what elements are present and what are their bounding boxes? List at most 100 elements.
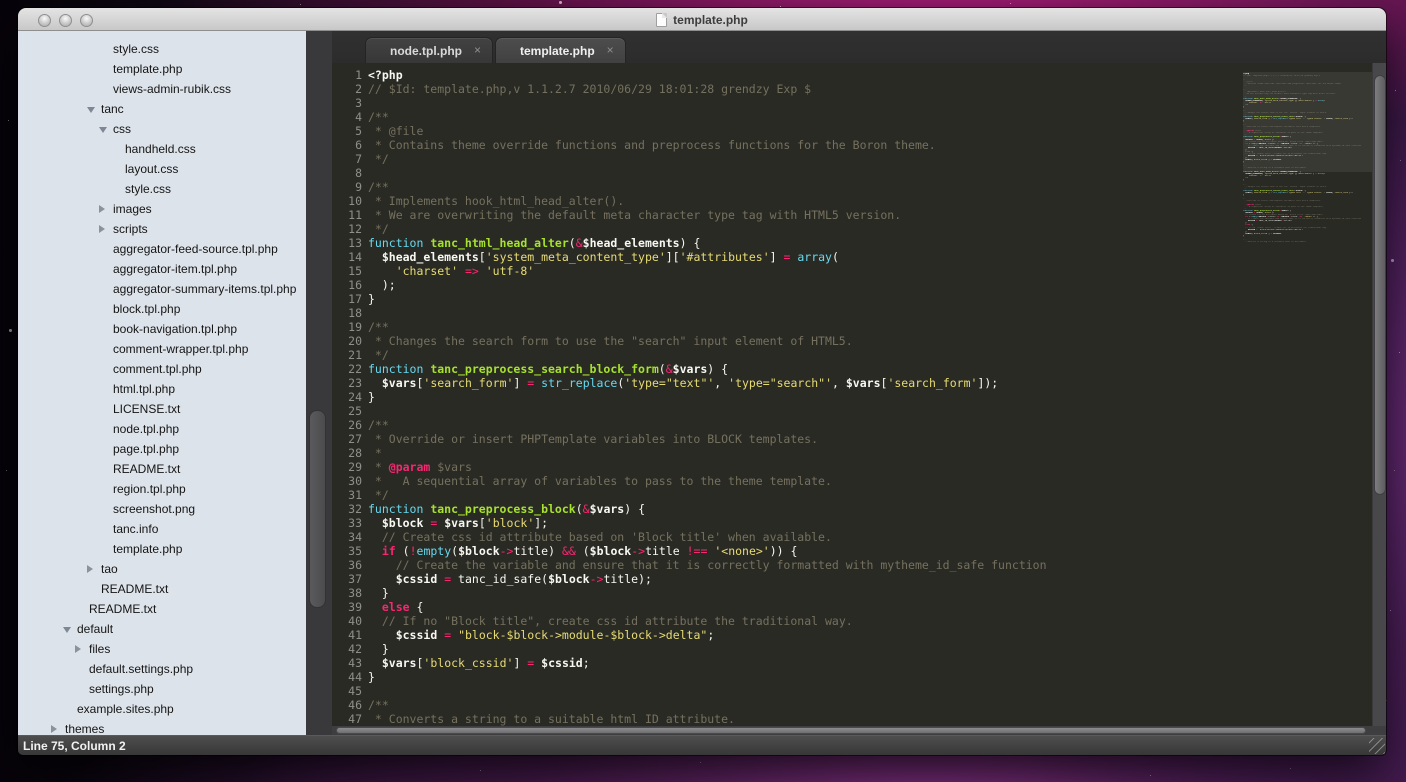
line-number[interactable]: 34 — [332, 530, 362, 544]
tree-file-style-css[interactable]: style.css — [18, 179, 306, 199]
code-line[interactable]: /** — [368, 180, 1243, 194]
code-line[interactable]: /** — [368, 110, 1243, 124]
line-number[interactable]: 20 — [332, 334, 362, 348]
tree-file-template-php[interactable]: template.php — [18, 59, 306, 79]
line-number[interactable]: 14 — [332, 250, 362, 264]
resize-grip-icon[interactable] — [1369, 738, 1385, 754]
tree-folder-themes[interactable]: themes — [18, 719, 306, 735]
sidebar-scrollbar-track[interactable] — [306, 31, 332, 735]
line-number[interactable]: 8 — [332, 166, 362, 180]
code-line[interactable]: */ — [368, 152, 1243, 166]
tree-file-license-txt[interactable]: LICENSE.txt — [18, 399, 306, 419]
disclosure-triangle-icon[interactable] — [99, 119, 108, 139]
line-number[interactable]: 5 — [332, 124, 362, 138]
tab-node-tpl-php[interactable]: node.tpl.php× — [365, 37, 493, 63]
code-line[interactable]: /** — [368, 698, 1243, 712]
tree-file-block-tpl-php[interactable]: block.tpl.php — [18, 299, 306, 319]
disclosure-triangle-icon[interactable] — [75, 639, 84, 659]
line-number[interactable]: 15 — [332, 264, 362, 278]
code-line[interactable]: function tanc_html_head_alter(&$head_ele… — [368, 236, 1243, 250]
code-line[interactable]: $head_elements['system_meta_content_type… — [368, 250, 1243, 264]
line-number[interactable]: 44 — [332, 670, 362, 684]
horizontal-scrollbar-track[interactable] — [332, 726, 1386, 735]
line-number[interactable]: 24 — [332, 390, 362, 404]
line-number[interactable]: 11 — [332, 208, 362, 222]
line-number[interactable]: 21 — [332, 348, 362, 362]
line-number[interactable]: 2 — [332, 82, 362, 96]
code-line[interactable]: $cssid = "block-$block->module-$block->d… — [368, 628, 1243, 642]
tree-file-page-tpl-php[interactable]: page.tpl.php — [18, 439, 306, 459]
disclosure-triangle-icon[interactable] — [99, 199, 108, 219]
code-line[interactable]: if (!empty($block->title) && ($block->ti… — [368, 544, 1243, 558]
tree-file-readme-txt[interactable]: README.txt — [18, 459, 306, 479]
tree-file-aggregator-summary-items-tpl-php[interactable]: aggregator-summary-items.tpl.php — [18, 279, 306, 299]
tree-file-style-css[interactable]: style.css — [18, 39, 306, 59]
code-line[interactable]: * @param $vars — [368, 460, 1243, 474]
line-number[interactable]: 35 — [332, 544, 362, 558]
line-number[interactable]: 45 — [332, 684, 362, 698]
line-number[interactable]: 9 — [332, 180, 362, 194]
code-pane[interactable]: 1234567891011121314151617181920212223242… — [332, 63, 1243, 726]
code-line[interactable]: 'charset' => 'utf-8' — [368, 264, 1243, 278]
code-line[interactable]: $vars['search_form'] = str_replace('type… — [368, 376, 1243, 390]
tree-file-views-admin-rubik-css[interactable]: views-admin-rubik.css — [18, 79, 306, 99]
line-number[interactable]: 10 — [332, 194, 362, 208]
line-number[interactable]: 28 — [332, 446, 362, 460]
line-number[interactable]: 33 — [332, 516, 362, 530]
line-number[interactable]: 23 — [332, 376, 362, 390]
line-number[interactable]: 26 — [332, 418, 362, 432]
code-line[interactable]: $vars['block_cssid'] = $cssid; — [368, 656, 1243, 670]
line-number[interactable]: 30 — [332, 474, 362, 488]
line-number[interactable]: 22 — [332, 362, 362, 376]
tree-folder-files[interactable]: files — [18, 639, 306, 659]
code-line[interactable] — [368, 404, 1243, 418]
vertical-scrollbar-thumb[interactable] — [1374, 75, 1386, 495]
close-icon[interactable]: × — [607, 43, 614, 57]
code-line[interactable]: * Contains theme override functions and … — [368, 138, 1243, 152]
tree-file-readme-txt[interactable]: README.txt — [18, 579, 306, 599]
tree-file-comment-tpl-php[interactable]: comment.tpl.php — [18, 359, 306, 379]
line-number[interactable]: 12 — [332, 222, 362, 236]
line-number[interactable]: 4 — [332, 110, 362, 124]
code-line[interactable]: function tanc_preprocess_block(&$vars) { — [368, 502, 1243, 516]
tree-file-example-sites-php[interactable]: example.sites.php — [18, 699, 306, 719]
code-line[interactable] — [368, 684, 1243, 698]
code-line[interactable]: * Implements hook_html_head_alter(). — [368, 194, 1243, 208]
code-line[interactable] — [368, 96, 1243, 110]
tree-file-comment-wrapper-tpl-php[interactable]: comment-wrapper.tpl.php — [18, 339, 306, 359]
close-icon[interactable]: × — [474, 43, 481, 57]
line-number[interactable]: 37 — [332, 572, 362, 586]
line-number[interactable]: 31 — [332, 488, 362, 502]
line-number[interactable]: 46 — [332, 698, 362, 712]
tab-template-php[interactable]: template.php× — [495, 37, 626, 63]
tree-file-template-php[interactable]: template.php — [18, 539, 306, 559]
code-line[interactable] — [368, 166, 1243, 180]
code-line[interactable]: } — [368, 670, 1243, 684]
code-line[interactable]: } — [368, 390, 1243, 404]
line-number[interactable]: 3 — [332, 96, 362, 110]
line-number[interactable]: 7 — [332, 152, 362, 166]
disclosure-triangle-icon[interactable] — [99, 219, 108, 239]
title-bar[interactable]: template.php — [18, 8, 1386, 31]
tree-file-tanc-info[interactable]: tanc.info — [18, 519, 306, 539]
tree-file-region-tpl-php[interactable]: region.tpl.php — [18, 479, 306, 499]
line-number[interactable]: 40 — [332, 614, 362, 628]
horizontal-scrollbar-thumb[interactable] — [336, 727, 1366, 734]
code-line[interactable]: $cssid = tanc_id_safe($block->title); — [368, 572, 1243, 586]
tree-folder-scripts[interactable]: scripts — [18, 219, 306, 239]
disclosure-triangle-icon[interactable] — [51, 719, 60, 735]
tree-folder-tao[interactable]: tao — [18, 559, 306, 579]
code-line[interactable]: ); — [368, 278, 1243, 292]
code-line[interactable]: /** — [368, 320, 1243, 334]
tree-file-settings-php[interactable]: settings.php — [18, 679, 306, 699]
tree-file-readme-txt[interactable]: README.txt — [18, 599, 306, 619]
code-line[interactable]: // If no "Block title", create css id at… — [368, 614, 1243, 628]
code-line[interactable]: */ — [368, 348, 1243, 362]
line-number[interactable]: 42 — [332, 642, 362, 656]
code-line[interactable]: $block = $vars['block']; — [368, 516, 1243, 530]
line-number[interactable]: 38 — [332, 586, 362, 600]
code-line[interactable]: // $Id: template.php,v 1.1.2.7 2010/06/2… — [368, 82, 1243, 96]
line-number[interactable]: 27 — [332, 432, 362, 446]
line-number[interactable]: 13 — [332, 236, 362, 250]
code-line[interactable]: * — [368, 446, 1243, 460]
